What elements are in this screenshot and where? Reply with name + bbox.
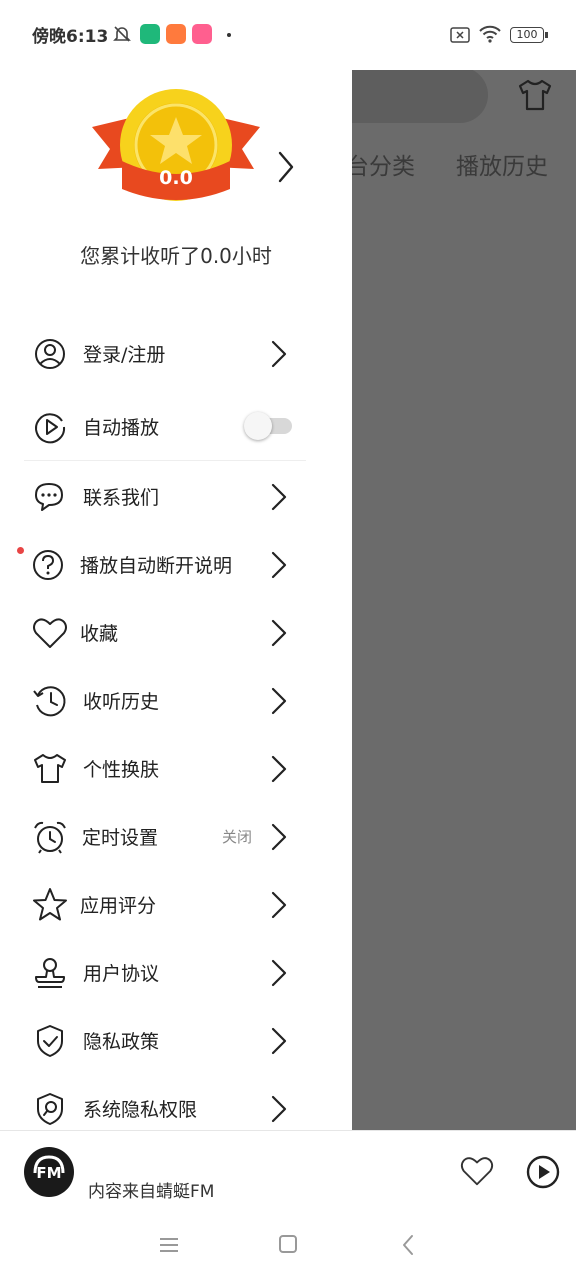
menu-lines-icon[interactable] <box>158 1236 180 1254</box>
chevron-right-icon <box>271 1027 287 1055</box>
menu-item-contact[interactable]: 联系我们 <box>0 463 352 531</box>
mini-player: FM 内容来自蜻蜓FM <box>0 1130 576 1210</box>
menu-item-label: 定时设置 <box>82 827 159 849</box>
menu-item-label: 隐私政策 <box>83 1031 160 1053</box>
menu-divider <box>24 460 306 461</box>
chevron-right-icon <box>271 891 287 919</box>
battery-tip <box>545 32 548 38</box>
tab-play-history[interactable]: 播放历史 <box>456 147 548 181</box>
menu-item-label: 收听历史 <box>83 691 160 713</box>
medal-value: 0.0 <box>159 167 193 189</box>
menu-item-user-agreement[interactable]: 用户协议 <box>0 939 352 1007</box>
menu-item-label: 系统隐私权限 <box>83 1099 198 1121</box>
chevron-right-icon <box>271 755 287 783</box>
chevron-right-icon <box>271 959 287 987</box>
menu-item-auto-disconnect-info[interactable]: 播放自动断开说明 <box>0 531 352 599</box>
menu-item-favorites[interactable]: 收藏 <box>0 599 352 667</box>
back-arrow-icon[interactable] <box>400 1234 416 1256</box>
system-nav-bar <box>0 1210 576 1280</box>
chat-bubbles-icon <box>35 483 63 511</box>
fm-logo-icon[interactable]: FM <box>24 1147 74 1197</box>
menu-item-label: 联系我们 <box>83 487 160 509</box>
tshirt-icon[interactable] <box>516 77 554 113</box>
chevron-right-icon <box>271 619 287 647</box>
chevron-right-icon <box>271 1095 287 1123</box>
menu-item-label: 收藏 <box>80 623 119 645</box>
play-circle-icon <box>35 413 66 444</box>
bell-muted-icon <box>113 26 131 42</box>
gold-medal-icon <box>92 89 260 201</box>
dimmed-background-page[interactable]: 台分类 播放历史 <box>346 55 576 1130</box>
menu-item-label: 应用评分 <box>80 895 157 917</box>
status-time: 傍晚6:13 <box>32 27 109 47</box>
timer-status: 关闭 <box>222 828 253 846</box>
chevron-right-icon <box>271 340 287 368</box>
favorite-heart-icon[interactable] <box>458 1153 496 1189</box>
autoplay-toggle[interactable] <box>244 412 292 440</box>
toggle-knob <box>244 412 272 440</box>
menu-item-rate-app[interactable]: 应用评分 <box>0 871 352 939</box>
sim-off-icon <box>450 27 470 43</box>
chevron-right-icon <box>271 483 287 511</box>
menu-item-label: 个性换肤 <box>83 759 160 781</box>
shield-check-icon <box>37 1025 63 1057</box>
alarm-clock-icon <box>34 821 66 854</box>
play-button-icon[interactable] <box>524 1153 562 1191</box>
listen-hours-text: 您累计收听了0.0小时 <box>80 244 272 268</box>
app-notify-icon-3 <box>192 24 212 44</box>
menu-item-label: 自动播放 <box>83 417 160 439</box>
more-notify-dot <box>227 33 231 37</box>
battery-indicator: 100 <box>510 27 544 43</box>
header-chevron-right-icon[interactable] <box>272 147 300 187</box>
chevron-right-icon <box>271 551 287 579</box>
tab-category[interactable]: 台分类 <box>346 147 415 181</box>
menu-item-timer[interactable]: 定时设置 关闭 <box>0 803 352 871</box>
stamp-icon <box>35 958 65 988</box>
app-notify-icon-1 <box>140 24 160 44</box>
history-icon <box>33 686 66 717</box>
status-bar: 傍晚6:13 100 <box>0 0 576 70</box>
battery-level: 100 <box>516 28 538 41</box>
chevron-right-icon <box>271 823 287 851</box>
heart-icon <box>33 618 67 648</box>
menu-item-label: 播放自动断开说明 <box>80 555 233 577</box>
home-square-icon[interactable] <box>278 1234 298 1254</box>
chevron-right-icon <box>271 687 287 715</box>
user-circle-icon <box>35 339 65 369</box>
menu-item-login[interactable]: 登录/注册 <box>0 320 352 388</box>
shield-search-icon <box>37 1093 63 1125</box>
tshirt-icon <box>34 754 66 783</box>
star-icon <box>33 888 67 921</box>
app-notify-icon-2 <box>166 24 186 44</box>
question-circle-icon <box>33 550 63 580</box>
menu-item-listen-history[interactable]: 收听历史 <box>0 667 352 735</box>
menu-item-autoplay: 自动播放 <box>0 393 352 461</box>
side-drawer: 0.0 您累计收听了0.0小时 登录/注册 自动播放 联系我们 播放自动断开说明… <box>0 55 352 1130</box>
menu-item-privacy-policy[interactable]: 隐私政策 <box>0 1007 352 1075</box>
search-bar[interactable] <box>352 67 488 123</box>
menu-item-theme-skin[interactable]: 个性换肤 <box>0 735 352 803</box>
menu-item-label: 用户协议 <box>83 963 160 985</box>
menu-item-label: 登录/注册 <box>83 344 166 366</box>
player-source-text: 内容来自蜻蜓FM <box>88 1182 215 1202</box>
fm-logo-text: FM <box>36 1164 62 1182</box>
wifi-icon <box>479 25 501 43</box>
